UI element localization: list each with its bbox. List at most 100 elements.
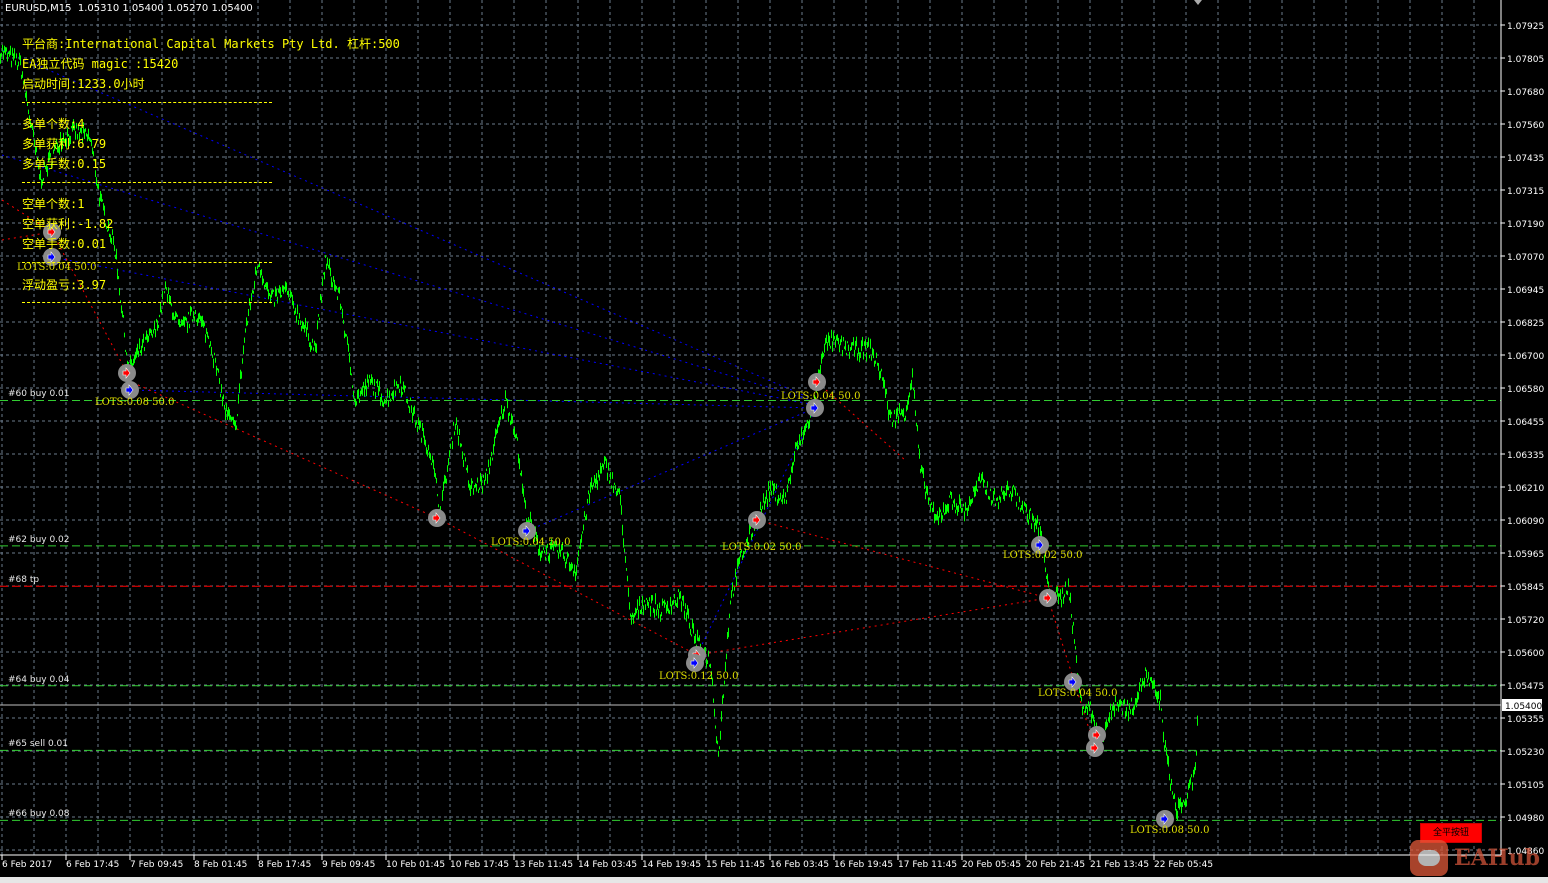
- trade-line-blue: [129, 389, 816, 409]
- time-axis-label: 15 Feb 11:45: [706, 860, 765, 870]
- separator: [22, 102, 272, 103]
- price-axis-label: 1.06090: [1507, 517, 1544, 527]
- magic-text: EA独立代码 magic :15420: [22, 57, 179, 71]
- lots-label: LOTS:0.02 50.0: [722, 542, 802, 553]
- separator: [22, 182, 272, 183]
- time-axis-label: 16 Feb 03:45: [770, 860, 829, 870]
- price-axis-label: 1.06580: [1507, 385, 1544, 395]
- uptime-text: 启动时间:1233.0小时: [22, 77, 145, 91]
- trade-line-blue: [526, 407, 816, 532]
- axes: 1.05400 1.07925 1.07805 1.07680 1.07560 1.07…: [0, 0, 1544, 870]
- time-axis-label: 22 Feb 05:45: [1154, 860, 1213, 870]
- time-axis-label: 20 Feb 05:45: [962, 860, 1021, 870]
- time-axis-label: 8 Feb 17:45: [258, 860, 311, 870]
- price-axis-label: 1.07315: [1507, 187, 1544, 197]
- price-axis-label: 1.07435: [1507, 154, 1544, 164]
- price-axis-label: 1.05720: [1507, 616, 1544, 626]
- time-axis-label: 6 Feb 2017: [2, 860, 52, 870]
- price-axis-label: 1.06700: [1507, 352, 1544, 362]
- trade-markers: [43, 223, 1174, 828]
- time-axis-label: 14 Feb 19:45: [642, 860, 701, 870]
- price-axis-label: 1.07925: [1507, 22, 1544, 32]
- price-axis-label: 1.05230: [1507, 748, 1544, 758]
- lots-label: LOTS:0.08 50.0: [1130, 825, 1210, 836]
- price-axis-label: 1.05105: [1507, 781, 1544, 791]
- price-axis-label: 1.05355: [1507, 715, 1544, 725]
- time-axis-label: 20 Feb 21:45: [1026, 860, 1085, 870]
- trade-line-blue: [1, 154, 811, 401]
- lots-label: LOTS:0.04 50.0: [17, 262, 97, 273]
- trade-line-red: [696, 597, 1049, 656]
- price-axis-label: 1.06945: [1507, 286, 1544, 296]
- chart-header: EURUSD,M15 1.05310 1.05400 1.05270 1.054…: [5, 3, 253, 14]
- trade-line-red: [1047, 597, 1096, 749]
- lots-label: LOTS:0.08 50.0: [95, 397, 175, 408]
- trade-marker[interactable]: [748, 511, 766, 529]
- ohlc-label: 1.05310 1.05400 1.05270 1.05400: [77, 3, 253, 14]
- short-lots-text: 空单手数:0.01: [22, 237, 107, 251]
- trade-marker[interactable]: [1086, 739, 1104, 757]
- time-axis-label: 9 Feb 09:45: [322, 860, 375, 870]
- long-count-text: 多单个数:4: [22, 117, 85, 131]
- chart-grid: [0, 0, 1501, 855]
- long-lots-text: 多单手数:0.15: [22, 157, 107, 171]
- time-axis-label: 7 Feb 09:45: [130, 860, 183, 870]
- time-axis-label: 17 Feb 11:45: [898, 860, 957, 870]
- lots-label: LOTS:0.04 50.0: [491, 537, 571, 548]
- price-axis-label: 1.05475: [1507, 682, 1544, 692]
- time-axis-label: 14 Feb 03:45: [578, 860, 637, 870]
- price-chart[interactable]: 1.05400 1.07925 1.07805 1.07680 1.07560 1.07…: [0, 0, 1548, 883]
- price-axis-label: 1.05965: [1507, 550, 1544, 560]
- trade-marker[interactable]: [808, 373, 826, 391]
- price-axis-label: 1.05600: [1507, 649, 1544, 659]
- price-axis-label: 1.07805: [1507, 55, 1544, 65]
- lots-label: LOTS:0.04 50.0: [781, 391, 861, 402]
- time-axis-label: 21 Feb 13:45: [1090, 860, 1149, 870]
- price-axis-label: 1.06210: [1507, 484, 1544, 494]
- order-level-label: #62 buy 0.02: [8, 534, 70, 545]
- eahub-watermark: EAHub: [1410, 838, 1540, 878]
- lots-label: LOTS:0.12 50.0: [659, 671, 739, 682]
- trade-marker[interactable]: [1039, 589, 1057, 607]
- bid-price-label: 1.05400: [1505, 702, 1542, 712]
- trade-marker[interactable]: [428, 509, 446, 527]
- order-levels: [0, 399, 1501, 821]
- price-axis-label: 1.07070: [1507, 253, 1544, 263]
- price-axis-label: 1.07680: [1507, 88, 1544, 98]
- scroll-marker-icon[interactable]: [1194, 0, 1202, 5]
- robot-logo-icon: [1410, 840, 1448, 876]
- price-axis-label: 1.07190: [1507, 220, 1544, 230]
- price-axis-label: 1.06825: [1507, 319, 1544, 329]
- time-axis-label: 6 Feb 17:45: [66, 860, 119, 870]
- lots-label: LOTS:0.02 50.0: [1003, 550, 1083, 561]
- order-level-label: #64 buy 0.04: [8, 674, 70, 685]
- time-axis-label: 10 Feb 17:45: [450, 860, 509, 870]
- symbol-label: EURUSD,M15: [5, 3, 72, 14]
- lots-label: LOTS:0.04 50.0: [1038, 688, 1118, 699]
- price-axis-label: 1.07560: [1507, 121, 1544, 131]
- price-axis-label: 1.04980: [1507, 814, 1544, 824]
- watermark-text: EAHub: [1454, 845, 1541, 871]
- time-axis-label: 8 Feb 01:45: [194, 860, 247, 870]
- order-level-label: #66 buy 0.08: [8, 809, 70, 820]
- time-axis-label: 16 Feb 19:45: [834, 860, 893, 870]
- order-level-label: #60 buy 0.01: [8, 389, 70, 400]
- price-series: [0, 44, 1198, 821]
- long-profit-text: 多单获利:6.79: [22, 137, 107, 151]
- time-axis-label: 10 Feb 01:45: [386, 860, 445, 870]
- broker-text: 平台商:International Capital Markets Pty Lt…: [22, 37, 400, 51]
- price-axis-label: 1.06455: [1507, 418, 1544, 428]
- trade-marker[interactable]: [118, 364, 136, 382]
- trade-line-blue: [51, 256, 816, 406]
- trade-marker[interactable]: [686, 654, 704, 672]
- price-axis-label: 1.06335: [1507, 451, 1544, 461]
- floating-pl-text: 浮动盈亏:3.97: [22, 278, 107, 292]
- order-level-label: #65 sell 0.01: [8, 739, 68, 750]
- chart-tabs-bar[interactable]: [0, 877, 1548, 883]
- order-level-label: #68 tp: [8, 575, 40, 586]
- price-axis-label: 1.05845: [1507, 583, 1544, 593]
- short-profit-text: 空单获利:-1.82: [22, 217, 114, 231]
- separator: [22, 302, 272, 303]
- time-axis-label: 13 Feb 11:45: [514, 860, 573, 870]
- short-count-text: 空单个数:1: [22, 197, 85, 211]
